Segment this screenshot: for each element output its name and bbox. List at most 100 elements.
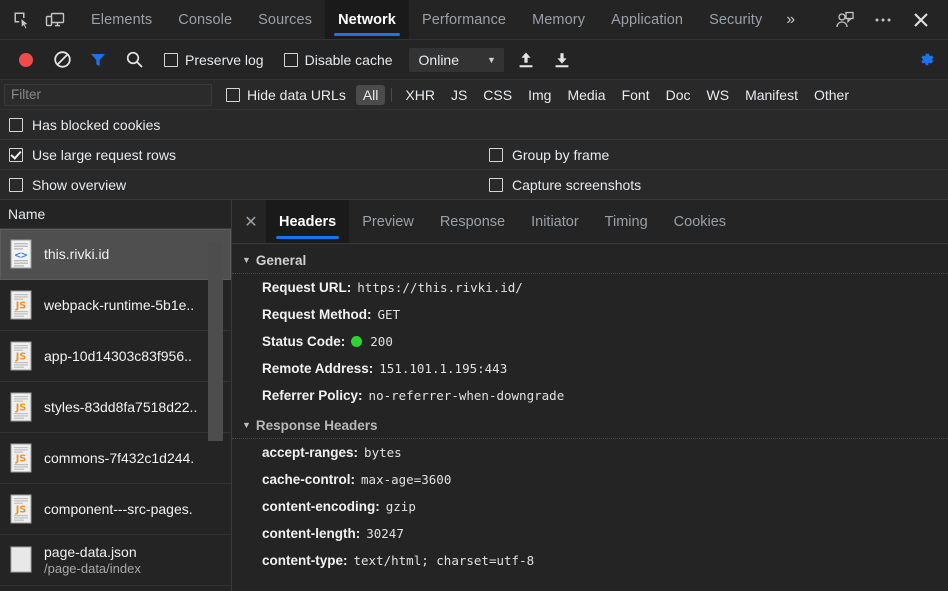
type-filter-img[interactable]: Img [521, 85, 558, 105]
table-row[interactable]: <> this.rivki.id [0, 229, 231, 280]
disable-cache-checkbox[interactable]: Disable cache [283, 52, 393, 68]
header-item: content-length: 30247 [232, 520, 948, 547]
close-detail-icon[interactable]: ✕ [236, 200, 266, 243]
tab-console[interactable]: Console [165, 0, 245, 39]
record-button[interactable] [8, 44, 44, 76]
row-text: this.rivki.id [44, 246, 109, 262]
group-by-frame-checkbox[interactable]: Group by frame [480, 147, 609, 163]
import-har-icon[interactable] [508, 44, 544, 76]
request-name: this.rivki.id [44, 246, 110, 262]
document-file-icon: <> [8, 238, 34, 270]
status-ok-icon [351, 336, 363, 347]
hide-data-urls-checkbox[interactable]: Hide data URLs [226, 87, 346, 103]
header-value: 200 [370, 334, 393, 349]
inspect-element-icon[interactable] [4, 0, 38, 39]
json-file-icon [8, 544, 34, 576]
general-section-header[interactable]: ▼ General [232, 248, 948, 274]
type-filter-ws[interactable]: WS [700, 85, 737, 105]
svg-text:JS: JS [15, 505, 27, 516]
tab-label: Response [439, 213, 506, 230]
options-row: Show overview Capture screenshots [0, 170, 948, 200]
request-name: page-data.json [44, 544, 137, 560]
tab-timing[interactable]: Timing [592, 200, 661, 243]
show-overview-checkbox[interactable]: Show overview [0, 177, 480, 193]
tab-response[interactable]: Response [427, 200, 518, 243]
has-blocked-cookies-checkbox[interactable]: Has blocked cookies [0, 117, 480, 133]
network-body: Name <> this.rivki.id JS webpack-runtime… [0, 200, 948, 591]
row-text: app-10d14303c83f956.. [44, 348, 192, 364]
type-filter-xhr[interactable]: XHR [398, 85, 442, 105]
table-row[interactable]: JS webpack-runtime-5b1e.. [0, 280, 231, 331]
use-large-request-rows-checkbox[interactable]: Use large request rows [0, 147, 480, 163]
request-list: Name <> this.rivki.id JS webpack-runtime… [0, 200, 232, 591]
more-options-icon[interactable] [864, 0, 902, 40]
type-filter-other[interactable]: Other [807, 85, 856, 105]
type-filter-doc[interactable]: Doc [659, 85, 698, 105]
svg-text:<>: <> [15, 250, 28, 262]
tab-elements[interactable]: Elements [78, 0, 165, 39]
capture-screenshots-checkbox[interactable]: Capture screenshots [480, 177, 641, 193]
type-filter-font[interactable]: Font [615, 85, 657, 105]
tab-performance[interactable]: Performance [409, 0, 519, 39]
request-list-scrollbar[interactable] [208, 229, 227, 591]
capture-screenshots-label: Capture screenshots [512, 176, 642, 193]
table-row[interactable]: JS commons-7f432c1d244. [0, 433, 231, 484]
request-name: commons-7f432c1d244. [44, 450, 195, 466]
row-text: webpack-runtime-5b1e.. [44, 297, 194, 313]
tab-sources[interactable]: Sources [245, 0, 325, 39]
network-options-panel: Has blocked cookies Use large request ro… [0, 110, 948, 200]
tab-label: Application [611, 11, 684, 28]
checkbox-box [283, 52, 298, 67]
device-toolbar-icon[interactable] [38, 0, 72, 39]
tab-application[interactable]: Application [598, 0, 696, 39]
table-row[interactable]: JS styles-83dd8fa7518d22.. [0, 382, 231, 433]
panel-tabs: Elements Console Sources Network Perform… [78, 0, 806, 39]
more-tabs-icon[interactable]: » [775, 0, 806, 39]
table-row[interactable]: page-data.json /page-data/index [0, 535, 231, 586]
tab-cookies[interactable]: Cookies [661, 200, 739, 243]
header-value: max-age=3600 [361, 472, 452, 487]
type-filter-manifest[interactable]: Manifest [738, 85, 805, 105]
tab-label: Timing [604, 213, 648, 230]
tab-security[interactable]: Security [696, 0, 775, 39]
type-filter-js[interactable]: JS [444, 85, 474, 105]
header-item: accept-ranges: bytes [232, 439, 948, 466]
tab-headers[interactable]: Headers [266, 200, 350, 243]
svg-text:JS: JS [15, 301, 27, 312]
preserve-log-checkbox[interactable]: Preserve log [164, 52, 264, 68]
export-har-icon[interactable] [544, 44, 580, 76]
tab-network[interactable]: Network [325, 0, 409, 39]
type-filter-css[interactable]: CSS [476, 85, 519, 105]
tab-initiator[interactable]: Initiator [518, 200, 592, 243]
search-icon[interactable] [116, 44, 152, 76]
svg-text:JS: JS [15, 403, 27, 414]
tab-label: Memory [532, 11, 586, 28]
filter-input[interactable] [4, 83, 212, 106]
row-text: page-data.json /page-data/index [44, 544, 141, 576]
settings-button[interactable] [917, 50, 948, 69]
request-path: /page-data/index [44, 561, 141, 576]
show-overview-label: Show overview [32, 176, 127, 193]
tab-memory[interactable]: Memory [519, 0, 598, 39]
hide-data-urls-label: Hide data URLs [247, 86, 346, 103]
scrollbar-thumb[interactable] [208, 241, 223, 441]
table-row[interactable]: JS component---src-pages. [0, 484, 231, 535]
throttle-select[interactable]: Online ▼ [408, 47, 504, 72]
tab-preview[interactable]: Preview [349, 200, 427, 243]
js-file-icon: JS [8, 340, 34, 372]
response-headers-section-header[interactable]: ▼ Response Headers [232, 413, 948, 439]
account-icon[interactable] [826, 0, 864, 40]
table-row[interactable]: JS app-10d14303c83f956.. [0, 331, 231, 382]
request-name: webpack-runtime-5b1e.. [44, 297, 195, 313]
clear-icon[interactable] [44, 44, 80, 76]
chevron-down-icon: ▼ [487, 54, 496, 65]
filter-icon[interactable] [80, 44, 116, 76]
tab-label: Cookies [673, 213, 727, 230]
request-detail-pane: ✕ Headers Preview Response Initiator Tim… [232, 200, 948, 591]
header-key: content-encoding: [262, 499, 380, 514]
close-icon[interactable] [902, 0, 940, 40]
js-file-icon: JS [8, 289, 34, 321]
type-filter-all[interactable]: All [355, 84, 386, 105]
tab-label: Elements [91, 11, 153, 28]
type-filter-media[interactable]: Media [560, 85, 612, 105]
